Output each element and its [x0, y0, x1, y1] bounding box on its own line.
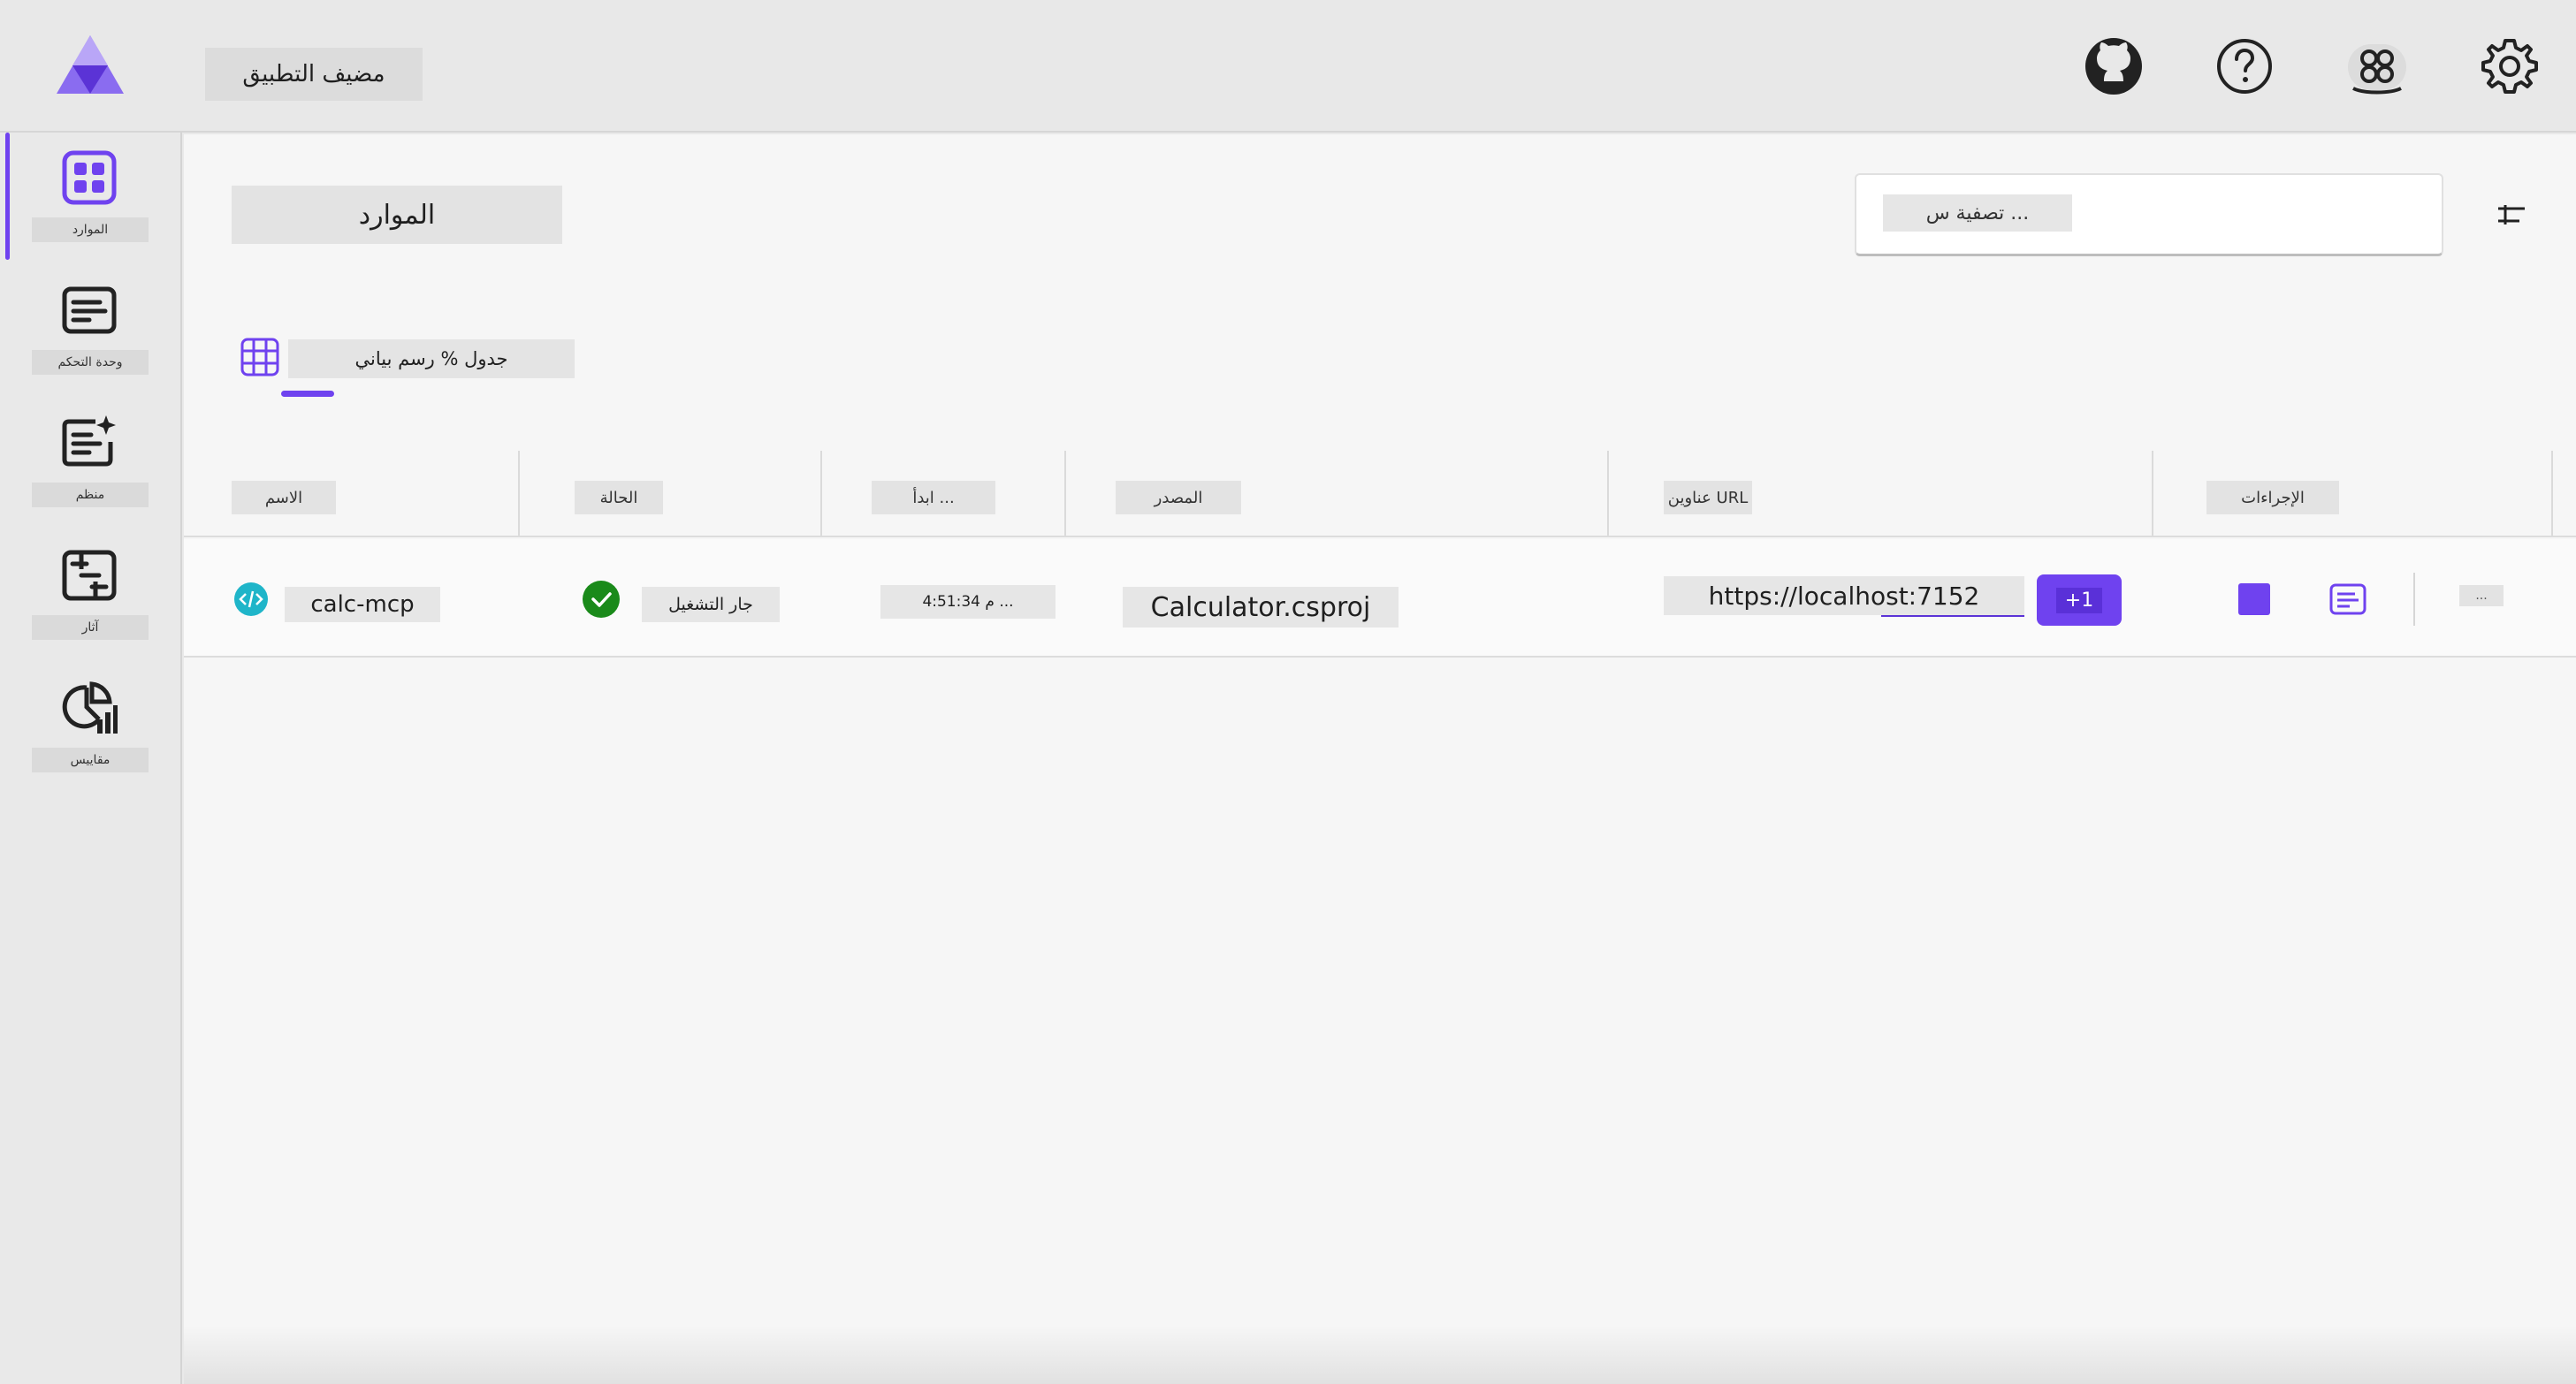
- actions-divider: [2413, 573, 2415, 626]
- table-view-icon[interactable]: [239, 336, 281, 378]
- sidebar-item-label: وحدة التحكم: [32, 350, 149, 375]
- column-divider[interactable]: [1607, 451, 1609, 536]
- sidebar-item-label: الموارد: [32, 217, 149, 242]
- metrics-icon: [60, 679, 118, 737]
- source-file: Calculator.csproj: [1123, 587, 1399, 627]
- sidebar-item-label: مقاييس: [32, 748, 149, 772]
- filter-placeholder: تصفية س ...: [1883, 194, 2072, 232]
- stop-icon[interactable]: [2238, 583, 2270, 615]
- logo-icon[interactable]: [55, 34, 126, 95]
- endpoint-link[interactable]: https://localhost:7152: [1664, 576, 2024, 615]
- active-tab-indicator: [281, 391, 334, 397]
- console-icon: [60, 281, 118, 339]
- column-header-source[interactable]: المصدر: [1116, 481, 1241, 514]
- dev-icon[interactable]: [2346, 35, 2408, 97]
- gear-icon[interactable]: [2479, 35, 2541, 97]
- sidebar-item-traces[interactable]: آثار: [0, 530, 182, 663]
- view-toggle-label[interactable]: جدول % رسم بياني: [288, 339, 575, 378]
- sidebar-item-metrics[interactable]: مقاييس: [0, 663, 182, 795]
- app-host-title[interactable]: مضيف التطبيق: [205, 48, 423, 101]
- column-header-name[interactable]: الاسم: [232, 481, 336, 514]
- sidebar-item-console[interactable]: وحدة التحكم: [0, 265, 182, 398]
- github-icon[interactable]: [2083, 35, 2145, 97]
- column-header-state[interactable]: الحالة: [575, 481, 663, 514]
- filter-input[interactable]: تصفية س ...: [1855, 173, 2443, 256]
- column-divider[interactable]: [1064, 451, 1066, 536]
- check-icon: [583, 581, 620, 618]
- structured-icon: [60, 414, 118, 472]
- column-divider[interactable]: [820, 451, 822, 536]
- more-urls-button[interactable]: +1: [2037, 574, 2122, 626]
- resource-name[interactable]: calc-mcp: [285, 587, 440, 622]
- sidebar-item-resources[interactable]: الموارد: [0, 133, 182, 265]
- column-divider[interactable]: [2551, 451, 2553, 536]
- traces-icon: [60, 546, 118, 605]
- project-icon: [234, 582, 268, 616]
- status-badge: جار التشغيل: [642, 587, 780, 622]
- column-header-start[interactable]: ابدأ ...: [872, 481, 995, 514]
- link-underline: [1881, 615, 2024, 617]
- sidebar-item-label: منظم: [32, 483, 149, 507]
- column-header-urls[interactable]: عناوين URL: [1664, 481, 1752, 514]
- sidebar-item-label: آثار: [32, 615, 149, 640]
- column-divider[interactable]: [518, 451, 520, 536]
- table-row[interactable]: calc-mcp جار التشغيل 4:51:34 م ... Calcu…: [184, 539, 2576, 658]
- help-icon[interactable]: [2214, 35, 2275, 97]
- filter-settings-icon[interactable]: [2493, 196, 2530, 233]
- sidebar-item-structured[interactable]: منظم: [0, 398, 182, 530]
- more-urls-count: +1: [2055, 587, 2103, 613]
- page-title: الموارد: [232, 186, 562, 244]
- resources-icon: [60, 148, 118, 207]
- sidebar: الموارد وحدة التحكم منظم آثار مقاييس: [0, 133, 182, 1384]
- column-divider[interactable]: [2152, 451, 2153, 536]
- more-actions-button[interactable]: ...: [2459, 585, 2504, 606]
- bottom-shadow: [184, 1326, 2576, 1384]
- start-time: 4:51:34 م ...: [880, 585, 1056, 619]
- main-panel: الموارد تصفية س ... جدول % رسم بياني الا…: [184, 134, 2576, 1384]
- column-header-actions[interactable]: الإجراءات: [2206, 481, 2339, 514]
- console-logs-icon[interactable]: [2328, 582, 2367, 617]
- top-bar: مضيف التطبيق: [0, 0, 2576, 133]
- table-header: الاسم الحالة ابدأ ... المصدر عناوين URL …: [184, 451, 2576, 537]
